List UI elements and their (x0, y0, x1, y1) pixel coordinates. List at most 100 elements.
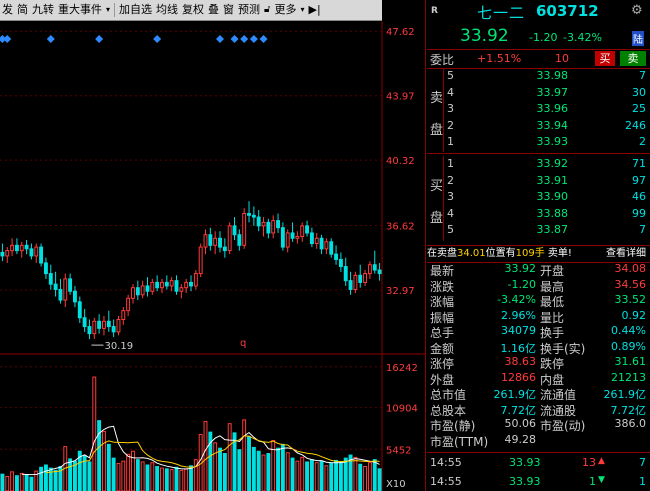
lock-icon[interactable]: 🔓︎ (262, 0, 272, 20)
bids-row[interactable]: 2 33.91 97 (427, 173, 650, 190)
tick-price: 33.93 (509, 475, 541, 488)
price-change-pct: -3.42% (563, 31, 602, 44)
event-diamond-icon (216, 35, 225, 43)
candle-body (82, 317, 87, 328)
event-diamond-icon (3, 35, 12, 43)
toolbar-item-0[interactable]: 发 (0, 0, 15, 20)
bids-level: 5 (447, 223, 454, 236)
stat-value: 34.56 (614, 277, 647, 291)
price-tick-label: 32.97 (386, 286, 415, 297)
volume-bar (367, 462, 372, 491)
toolbar-item-10[interactable]: 更多 (273, 0, 299, 20)
low-marker-label: 30.19 (104, 341, 133, 352)
volume-bar (271, 440, 276, 491)
toolbar-item-8[interactable]: 窗 (221, 0, 236, 20)
candle-body (227, 225, 232, 252)
bids-row[interactable]: 3 33.90 46 (427, 189, 650, 206)
export-icon[interactable]: ▶| (307, 0, 323, 20)
stat-value: 12866 (501, 370, 536, 384)
order-ratio-label: 委比 (430, 53, 455, 67)
volume-bar (43, 464, 48, 491)
more-arrow-icon[interactable]: ▾ (299, 0, 307, 20)
volume-bar (155, 466, 160, 491)
candle-body (314, 237, 319, 245)
candle-body (58, 288, 63, 301)
volume-bar (377, 468, 382, 491)
candle-body (251, 214, 256, 218)
stat-label: 内盘 (540, 372, 565, 387)
volume-bar (222, 453, 227, 491)
panel-divider (425, 0, 426, 491)
candle-body (305, 225, 310, 234)
current-price: 33.92 (460, 26, 509, 46)
volume-tick-label: 16242 (386, 363, 418, 374)
kline-chart[interactable]: 47.62 43.97 40.32 36.62 32.97 16242 10904 5452 X… (0, 21, 425, 491)
volume-bar (261, 454, 266, 491)
toolbar-item-3[interactable]: 重大事件 (56, 0, 104, 20)
notice-detail-link[interactable]: 查看详细 (606, 246, 646, 262)
price-row: 33.92 -1.20 -3.42% 陆 (427, 26, 650, 46)
buy-button[interactable]: 买 (595, 51, 615, 66)
asks-row[interactable]: 3 33.96 25 (427, 101, 650, 118)
ask-side-label-2: 盘 (430, 123, 444, 138)
event-menu-arrow-icon[interactable]: ▾ (104, 0, 112, 20)
volume-bar (309, 459, 314, 491)
stat-label: 总股本 (430, 403, 467, 418)
toolbar-item-5[interactable]: 均线 (154, 0, 180, 20)
candle-body (19, 244, 24, 252)
candle-body (92, 320, 97, 335)
notice-qty: 109手 (515, 248, 545, 259)
r-icon[interactable]: R (431, 6, 438, 16)
asks-row[interactable]: 2 33.94 246 (427, 118, 650, 135)
asks-row[interactable]: 4 33.97 30 (427, 85, 650, 102)
toolbar-item-7[interactable]: 叠 (206, 0, 221, 20)
toolbar-item-9[interactable]: 预测 (236, 0, 262, 20)
down-arrow-icon: ▼ (598, 475, 605, 485)
volume-bar (319, 460, 324, 491)
volume-bar (102, 430, 106, 491)
candle-body (256, 216, 261, 227)
stock-name: 七一二 (477, 4, 526, 22)
stat-value: 21213 (611, 370, 646, 384)
sell-button[interactable]: 卖 (620, 51, 646, 66)
candle-body (77, 301, 82, 319)
stat-value: 34079 (501, 324, 536, 337)
volume-bar (164, 468, 169, 491)
bids-row[interactable]: 5 33.87 7 (427, 222, 650, 239)
notice-prefix: 在卖盘 (427, 248, 457, 259)
volume-bar (29, 476, 34, 491)
toolbar-separator (114, 3, 116, 17)
toolbar-item-1[interactable]: 简 (15, 0, 30, 20)
stat-value: 33.92 (504, 262, 537, 275)
tick-volume: 1 (589, 475, 596, 488)
gear-icon[interactable]: ⚙ (631, 3, 643, 18)
toolbar-item-4[interactable]: 加自选 (117, 0, 154, 20)
candle-body (174, 280, 179, 292)
stat-value: 0.92 (621, 308, 647, 322)
bids-row[interactable]: 1 33.92 71 (427, 156, 650, 173)
notice-price: 34.01 (457, 248, 486, 259)
volume-bar (126, 453, 131, 491)
asks-volume: 2 (639, 135, 646, 148)
stat-value: 49.28 (504, 432, 537, 446)
ask-divider (443, 68, 444, 152)
volume-bar (174, 466, 179, 491)
volume-bar (290, 457, 295, 491)
candle-body (208, 234, 213, 246)
bids-row[interactable]: 4 33.88 99 (427, 206, 650, 223)
asks-level: 5 (447, 69, 454, 82)
asks-row[interactable]: 1 33.93 2 (427, 134, 650, 151)
candle-body (309, 232, 314, 245)
toolbar-item-2[interactable]: 九转 (30, 0, 56, 20)
asks-row[interactable]: 5 33.98 7 (427, 68, 650, 85)
candle-body (348, 280, 353, 290)
volume-bar (121, 460, 126, 491)
candle-body (72, 290, 77, 303)
toolbar-item-6[interactable]: 复权 (180, 0, 206, 20)
candle-body (261, 221, 266, 227)
volume-bar (169, 469, 174, 491)
candle-body (48, 273, 53, 285)
price-tick-label: 40.32 (386, 156, 415, 167)
order-ratio-value: +1.51% (477, 52, 522, 65)
asks-level: 2 (447, 118, 454, 132)
